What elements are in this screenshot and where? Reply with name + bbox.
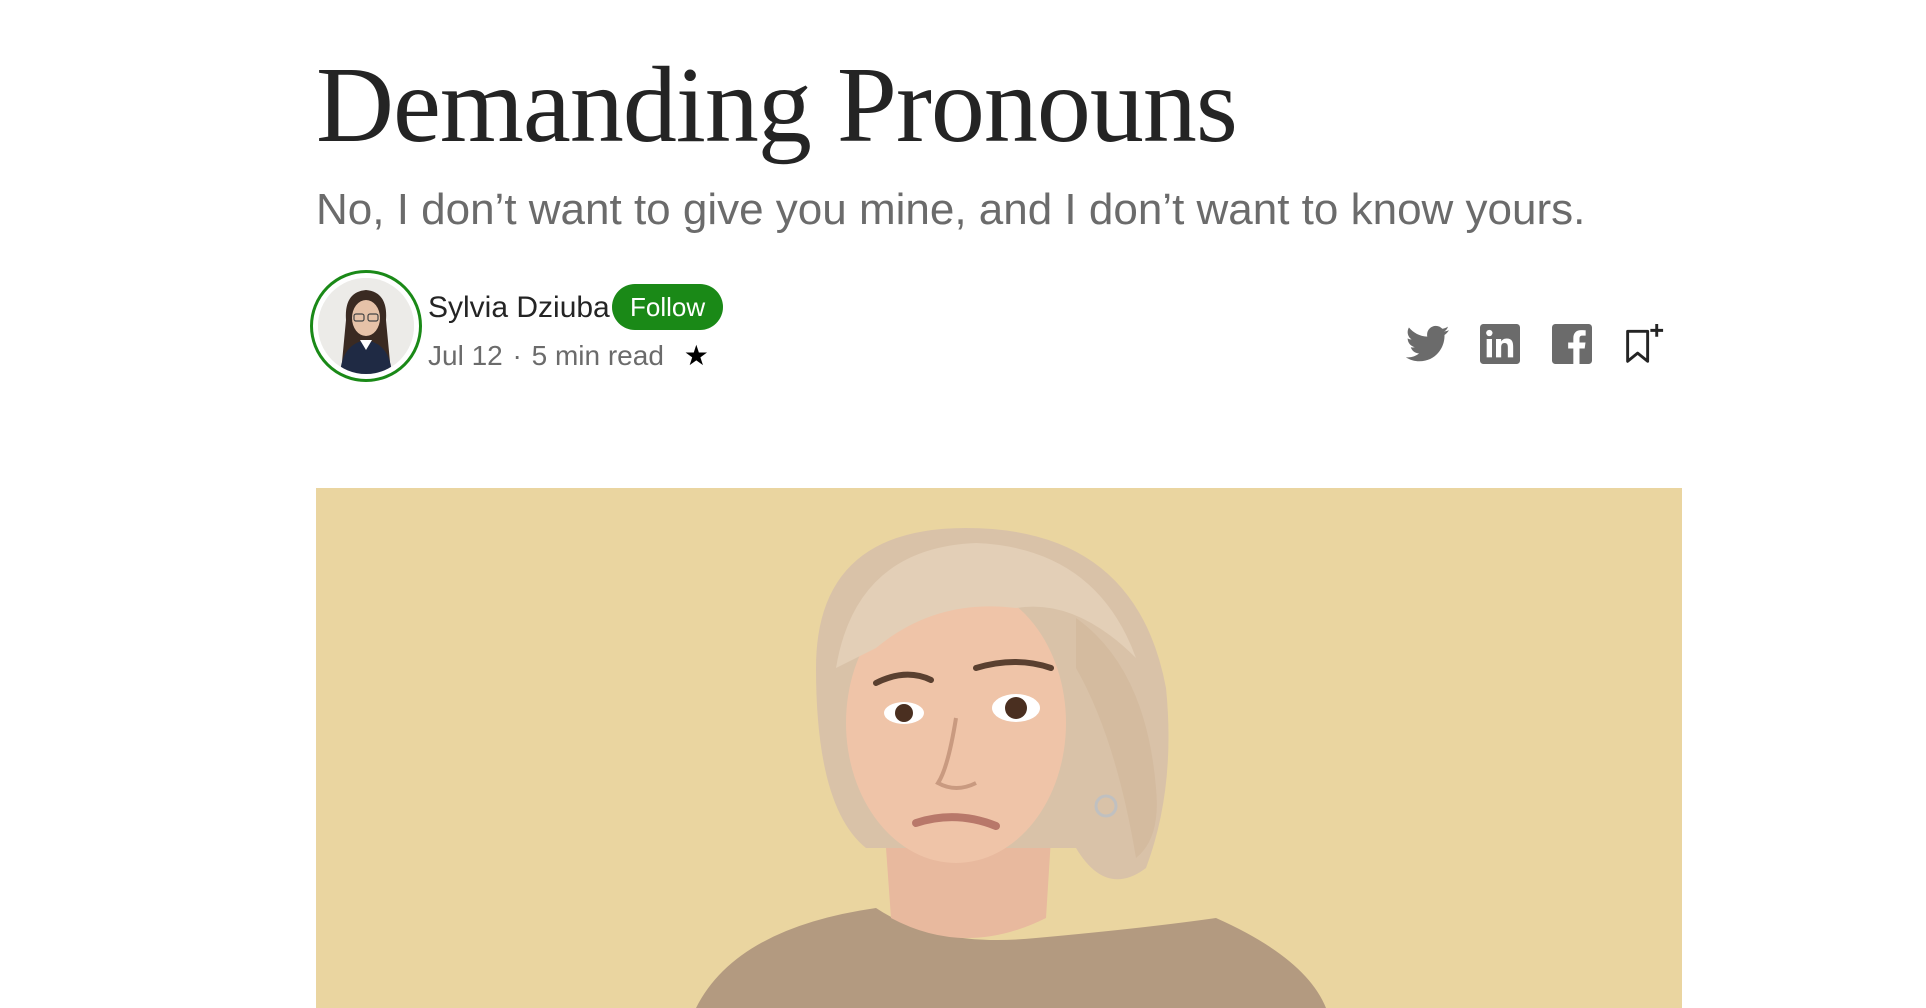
facebook-icon[interactable] [1550, 322, 1594, 366]
share-bar [1406, 322, 1666, 366]
linkedin-icon[interactable] [1478, 322, 1522, 366]
article-title: Demanding Pronouns [316, 46, 1238, 165]
article-subtitle: No, I don’t want to give you mine, and I… [316, 185, 1586, 234]
read-time: 5 min read [531, 340, 664, 371]
twitter-icon[interactable] [1406, 322, 1450, 366]
hero-image [316, 488, 1682, 1008]
bookmark-add-icon[interactable] [1622, 322, 1666, 366]
author-avatar[interactable] [310, 270, 422, 382]
author-name[interactable]: Sylvia Dziuba [428, 290, 610, 326]
member-star-icon: ★ [683, 340, 709, 371]
avatar-image [318, 278, 414, 374]
meta-separator: · [512, 340, 522, 371]
follow-button[interactable]: Follow [612, 284, 724, 330]
article-meta: Jul 12 · 5 min read ★ [428, 338, 709, 374]
publish-date: Jul 12 [428, 340, 503, 371]
article-page: Demanding Pronouns No, I don’t want to g… [0, 0, 1926, 1008]
